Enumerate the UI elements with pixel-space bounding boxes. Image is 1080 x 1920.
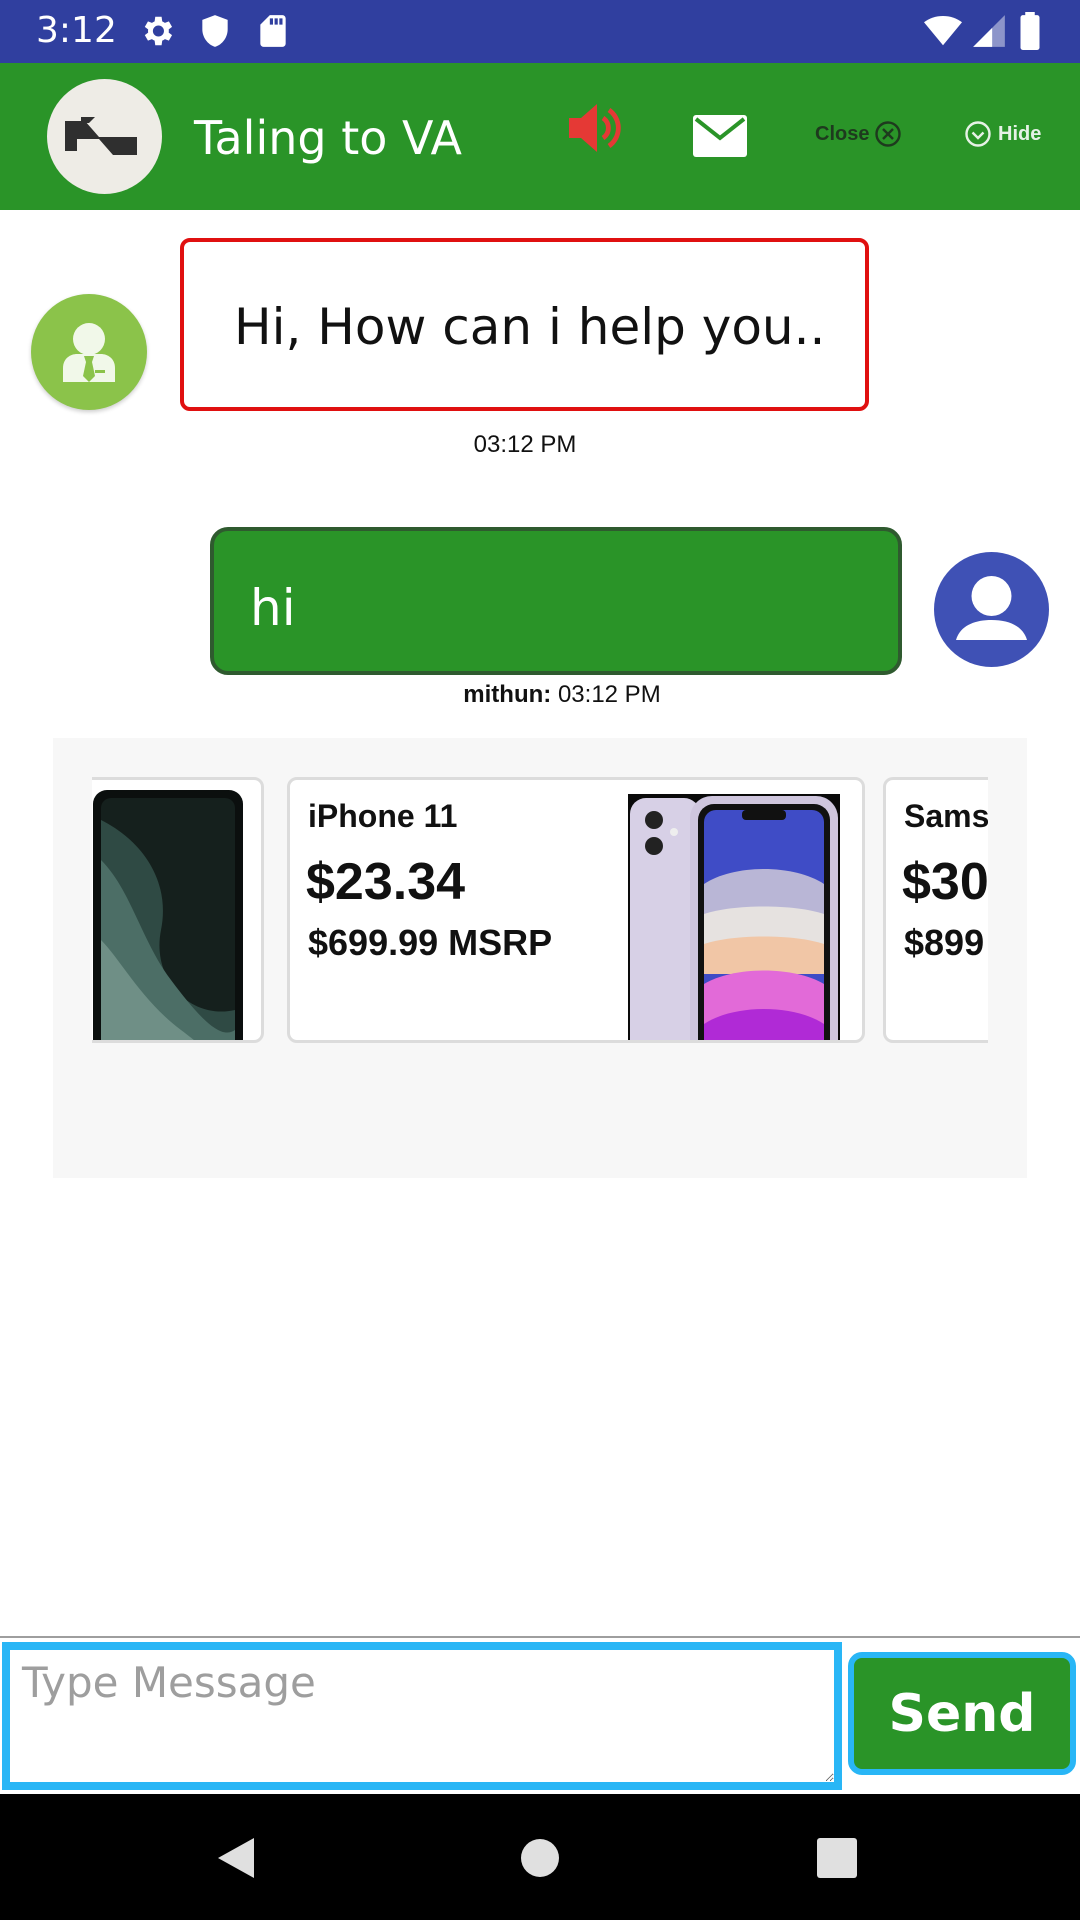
product-msrp: $899 xyxy=(904,922,985,963)
product-name: iPhone 11 xyxy=(308,798,458,834)
product-price: $23.34 xyxy=(306,853,466,911)
sd-card-icon xyxy=(260,15,286,47)
status-bar: 3:12 xyxy=(0,0,1080,63)
signal-icon xyxy=(973,15,1005,47)
recents-icon[interactable] xyxy=(817,1838,857,1878)
user-message-meta: mithun: 03:12 PM xyxy=(0,681,1080,709)
hide-label: Hide xyxy=(998,122,1042,145)
user-avatar xyxy=(934,552,1049,667)
close-label: Close xyxy=(815,122,870,145)
speaker-icon[interactable] xyxy=(565,97,621,159)
handshake-icon xyxy=(65,117,137,155)
user-name: mithun: xyxy=(463,681,552,708)
agent-icon xyxy=(63,323,115,382)
status-time: 3:12 xyxy=(36,10,117,51)
product-msrp: $699.99 MSRP xyxy=(308,922,553,963)
mail-icon[interactable] xyxy=(693,115,747,157)
bot-message-time: 03:12 PM xyxy=(473,431,577,458)
user-message-bubble: hi xyxy=(210,527,902,675)
bot-avatar xyxy=(31,294,147,410)
close-circle-icon xyxy=(875,121,902,147)
close-button[interactable]: Close xyxy=(815,120,902,148)
home-icon[interactable] xyxy=(520,1838,560,1878)
user-message-time: 03:12 PM xyxy=(557,681,661,708)
product-carousel[interactable]: iPhone 11 $23.34 $699.99 MSRP Sams $30 $… xyxy=(53,738,1027,1178)
user-message-text: hi xyxy=(250,579,296,637)
battery-icon xyxy=(1020,12,1040,50)
carousel-track[interactable]: iPhone 11 $23.34 $699.99 MSRP Sams $30 $… xyxy=(92,777,988,1047)
back-icon[interactable] xyxy=(214,1836,258,1880)
header-title: Taling to VA xyxy=(194,111,463,165)
bot-message-bubble: Hi, How can i help you.. xyxy=(180,238,869,411)
check-circle-icon xyxy=(965,121,991,147)
hide-button[interactable]: Hide xyxy=(964,120,1041,148)
product-image xyxy=(93,790,243,1040)
gear-icon xyxy=(144,16,173,46)
product-card-2[interactable]: Sams $30 $899 xyxy=(883,777,988,1043)
message-input[interactable] xyxy=(2,1642,842,1790)
bot-message-text: Hi, How can i help you.. xyxy=(234,298,826,356)
navigation-bar xyxy=(0,1794,1080,1920)
input-divider xyxy=(0,1636,1080,1638)
va-logo xyxy=(47,79,162,194)
product-card-1[interactable]: iPhone 11 $23.34 $699.99 MSRP xyxy=(287,777,865,1043)
app-header: Taling to VA Close Hide xyxy=(0,63,1080,210)
shield-icon xyxy=(202,15,228,47)
send-button[interactable]: Send xyxy=(848,1652,1076,1775)
product-card-0[interactable] xyxy=(92,777,264,1043)
product-image xyxy=(628,794,840,1040)
product-price: $30 xyxy=(902,853,988,911)
product-name: Sams xyxy=(904,798,988,834)
wifi-icon xyxy=(924,15,962,46)
user-icon xyxy=(956,576,1027,640)
